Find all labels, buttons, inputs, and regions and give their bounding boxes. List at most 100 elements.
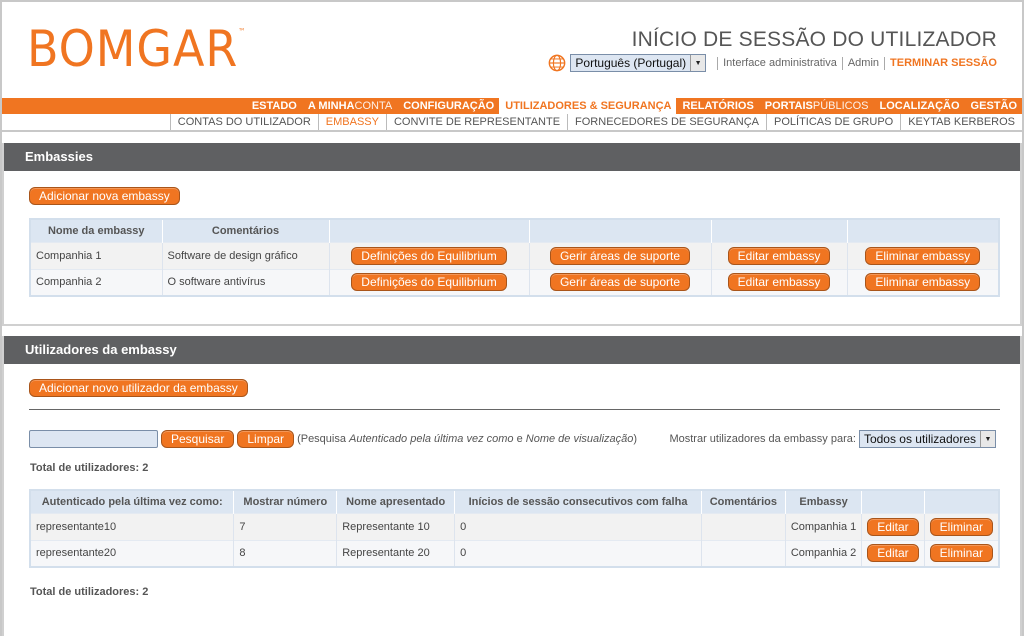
edit-user-button[interactable]: Editar: [867, 544, 919, 563]
delete-user-button[interactable]: Eliminar: [929, 517, 993, 536]
manage-support-areas-button[interactable]: Gerir áreas de suporte: [549, 273, 691, 292]
column-header: [329, 219, 530, 242]
subnav-politicas-grupo[interactable]: POLÍTICAS DE GRUPO: [766, 114, 900, 130]
user-display-name: Representante 20: [336, 539, 456, 567]
hint-text: ): [633, 433, 638, 445]
nav-label: ESTADO: [251, 100, 297, 112]
delete-user-button[interactable]: Eliminar: [929, 544, 993, 563]
sub-nav: CONTAS DO UTILIZADOR EMBASSY CONVITE DE …: [2, 114, 1022, 132]
column-header: Embassy: [785, 490, 863, 513]
embassies-panel: Embassies Adicionar nova embassy Nome da…: [2, 143, 1022, 326]
table-row: representante10 7 Representante 10 0 Com…: [30, 512, 1000, 540]
edit-user-button[interactable]: Editar: [867, 517, 919, 536]
table-row: representante20 8 Representante 20 0 Com…: [30, 539, 1000, 567]
column-header: [847, 219, 1000, 242]
chevron-down-icon[interactable]: ▼: [690, 55, 706, 71]
column-header: Nome da embassy: [30, 219, 163, 242]
subnav-contas-utilizador[interactable]: CONTAS DO UTILIZADOR: [169, 114, 318, 130]
column-header: [861, 490, 925, 513]
add-embassy-button[interactable]: Adicionar nova embassy: [29, 187, 180, 205]
search-button[interactable]: Pesquisar: [161, 430, 235, 448]
clear-button[interactable]: Limpar: [237, 430, 295, 448]
filter-value: Todos os utilizadores: [863, 432, 976, 446]
hint-text: (Pesquisa: [297, 433, 350, 445]
panel-title: Utilizadores da embassy: [4, 336, 1020, 364]
nav-item-utilizadores-seguranca[interactable]: UTILIZADORES & SEGURANÇA: [499, 98, 677, 114]
embassy-comment: O software antivírus: [162, 268, 330, 296]
user-embassy: Companhia 2: [785, 539, 863, 567]
subnav-keytab-kerberos[interactable]: KEYTAB KERBEROS: [900, 114, 1022, 130]
user-failed-logins: 0: [454, 512, 702, 540]
user-display-name: Representante 10: [336, 512, 456, 540]
filter-label: Mostrar utilizadores da embassy para:: [669, 433, 856, 445]
embassy-users-panel: Utilizadores da embassy Adicionar novo u…: [2, 336, 1022, 636]
language-select[interactable]: Português (Portugal) ▼: [570, 54, 707, 72]
equilibrium-settings-button[interactable]: Definições do Equilibrium: [351, 246, 507, 265]
add-embassy-user-button[interactable]: Adicionar novo utilizador da embassy: [29, 379, 248, 397]
delete-embassy-button[interactable]: Eliminar embassy: [865, 246, 981, 265]
nav-label-light: CONTA: [354, 100, 393, 112]
manage-support-areas-button[interactable]: Gerir áreas de suporte: [549, 246, 691, 265]
nav-item-gestao[interactable]: GESTÃO: [965, 98, 1022, 114]
nav-label: CONFIGURAÇÃO: [403, 100, 495, 112]
subnav-fornecedores-seguranca[interactable]: FORNECEDORES DE SEGURANÇA: [567, 114, 766, 130]
nav-item-portais-publicos[interactable]: PORTAISPÚBLICOS: [759, 98, 874, 114]
user-filter-select[interactable]: Todos os utilizadores ▼: [858, 430, 996, 448]
table-row: Companhia 1 Software de design gráfico D…: [30, 241, 1000, 269]
user-login: representante20: [30, 539, 235, 567]
user-failed-logins: 0: [454, 539, 702, 567]
hint-text: e: [513, 433, 526, 445]
divider: [717, 56, 719, 70]
nav-item-minha-conta[interactable]: A MINHACONTA: [302, 98, 397, 114]
user-number: 7: [233, 512, 338, 540]
subnav-convite-representante[interactable]: CONVITE DE REPRESENTANTE: [385, 114, 567, 130]
hint-field: Nome de visualização: [525, 433, 634, 445]
column-header: Inícios de sessão consecutivos com falha: [454, 490, 702, 513]
total-users-footer: Total de utilizadores: 2: [30, 586, 149, 598]
search-hint: (Pesquisa Autenticado pela última vez co…: [297, 433, 637, 445]
admin-user-link[interactable]: Admin: [848, 57, 879, 69]
user-login: representante10: [30, 512, 235, 540]
column-header: Autenticado pela última vez como:: [30, 490, 235, 513]
search-input[interactable]: [29, 430, 158, 448]
globe-icon: [549, 54, 566, 72]
chevron-down-icon[interactable]: ▼: [980, 431, 995, 447]
nav-label: PORTAIS: [764, 100, 813, 112]
column-header: Comentários: [701, 490, 786, 513]
column-header: [711, 219, 848, 242]
equilibrium-settings-button[interactable]: Definições do Equilibrium: [351, 273, 507, 292]
logout-link[interactable]: TERMINAR SESSÃO: [890, 57, 997, 69]
table-row: Companhia 2 O software antivírus Definiç…: [30, 268, 1000, 296]
page-title: INÍCIO DE SESSÃO DO UTILIZADOR: [631, 28, 997, 51]
edit-embassy-button[interactable]: Editar embassy: [727, 273, 831, 292]
divider: [29, 409, 1000, 410]
delete-embassy-button[interactable]: Eliminar embassy: [865, 273, 981, 292]
main-nav: ESTADO A MINHACONTA CONFIGURAÇÃO UTILIZA…: [2, 98, 1022, 114]
column-header: Comentários: [162, 219, 330, 242]
nav-label-light: PÚBLICOS: [812, 100, 869, 112]
nav-item-localizacao[interactable]: LOCALIZAÇÃO: [874, 98, 965, 114]
nav-label: UTILIZADORES & SEGURANÇA: [505, 100, 672, 112]
admin-interface-link[interactable]: Interface administrativa: [723, 57, 837, 69]
user-embassy: Companhia 1: [785, 512, 863, 540]
nav-label: A MINHA: [307, 100, 355, 112]
edit-embassy-button[interactable]: Editar embassy: [727, 246, 831, 265]
embassy-name: Companhia 2: [30, 268, 163, 296]
column-header: Nome apresentado: [336, 490, 456, 513]
nav-item-configuracao[interactable]: CONFIGURAÇÃO: [397, 98, 499, 114]
column-header: [529, 219, 712, 242]
trademark: ™: [238, 27, 246, 36]
nav-item-relatorios[interactable]: RELATÓRIOS: [676, 98, 758, 114]
user-number: 8: [233, 539, 338, 567]
language-value: Português (Portugal): [575, 56, 687, 70]
user-comment: [701, 539, 786, 567]
user-comment: [701, 512, 786, 540]
logo-text: BOMGAR: [27, 20, 239, 78]
hint-field: Autenticado pela última vez como: [349, 433, 514, 445]
nav-label: RELATÓRIOS: [682, 100, 754, 112]
nav-label: LOCALIZAÇÃO: [879, 100, 960, 112]
nav-item-estado[interactable]: ESTADO: [246, 98, 302, 114]
panel-title: Embassies: [4, 143, 1020, 171]
subnav-embassy[interactable]: EMBASSY: [317, 114, 386, 130]
embassy-name: Companhia 1: [30, 241, 163, 269]
